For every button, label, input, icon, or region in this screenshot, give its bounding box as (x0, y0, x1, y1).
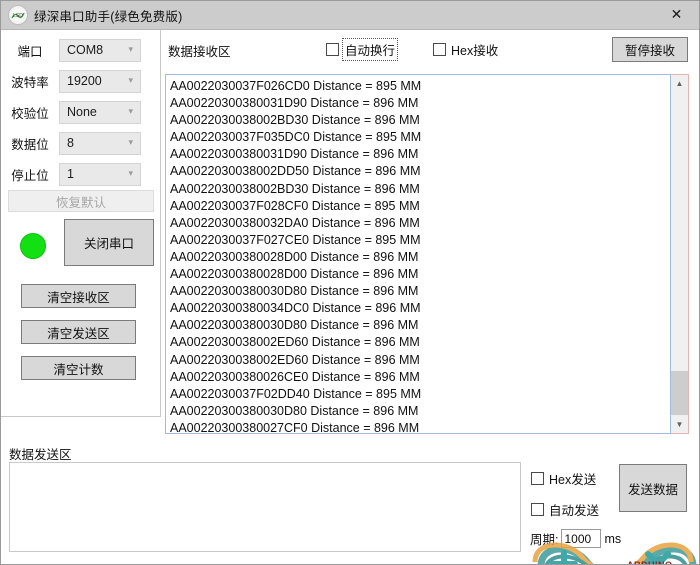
svg-text:LSD: LSD (13, 13, 23, 19)
receive-area-label: 数据接收区 (168, 45, 231, 59)
receive-log-line: AA00220300380030D80 Distance = 896 MM (170, 318, 419, 333)
scrollbar-thumb[interactable] (671, 371, 688, 415)
send-data-button[interactable]: 发送数据 (619, 464, 687, 512)
app-logo-icon: LSD (8, 5, 28, 25)
receive-log-line: AA00220300380032DA0 Distance = 896 MM (170, 215, 420, 230)
clear-send-button[interactable]: 清空发送区 (21, 320, 136, 344)
chevron-down-icon: ▾ (128, 75, 133, 86)
port-status-indicator (20, 233, 46, 259)
receive-log-line: AA00220300380028D00 Distance = 896 MM (170, 267, 419, 282)
send-period-row: 周期: 1000 ms (530, 529, 621, 548)
pause-receive-button[interactable]: 暂停接收 (612, 37, 688, 62)
clear-counter-button[interactable]: 清空计数 (21, 356, 136, 380)
receive-log-line: AA0022030038002BD30 Distance = 896 MM (170, 181, 420, 196)
receive-scrollbar[interactable]: ▲ ▼ (671, 75, 688, 433)
port-select[interactable]: COM8 ▾ (59, 38, 141, 62)
receive-log: AA0022030037F026CD0 Distance = 895 MM AA0… (165, 74, 671, 434)
hex-receive-label: Hex接收 (451, 43, 499, 58)
checkbox-icon (531, 471, 544, 485)
receive-log-line: AA00220300380026CE0 Distance = 896 MM (170, 369, 420, 384)
auto-wrap-label: 自动换行 (341, 37, 399, 61)
arduino-brand-label: ARDUINO (627, 560, 673, 565)
setting-row-port: 端口 COM8 ▾ (1, 38, 161, 62)
receive-log-line: AA0022030038002ED60 Distance = 896 MM (170, 352, 420, 367)
receive-log-line: AA00220300380030D80 Distance = 896 MM (170, 284, 419, 299)
databits-select[interactable]: 8 ▾ (59, 131, 141, 155)
hex-send-checkbox[interactable]: Hex发送 (531, 468, 596, 488)
parity-label: 校验位 (11, 106, 49, 121)
stopbits-select[interactable]: 1 ▾ (59, 162, 141, 186)
chevron-down-icon: ▾ (128, 137, 133, 148)
chevron-down-icon: ▾ (128, 106, 133, 117)
setting-row-databits: 数据位 8 ▾ (1, 131, 161, 155)
main-body: 端口 COM8 ▾ 波特率 19200 ▾ 校验位 None ▾ 数据位 8 ▾… (1, 30, 699, 565)
receive-log-line: AA0022030037F026CD0 Distance = 895 MM (170, 79, 422, 93)
restore-defaults-button[interactable]: 恢复默认 (8, 190, 154, 212)
receive-log-line: AA00220300380031D90 Distance = 896 MM (170, 96, 419, 111)
checkbox-icon (326, 42, 339, 56)
scroll-up-icon[interactable]: ▲ (671, 75, 688, 92)
setting-row-stopbits: 停止位 1 ▾ (1, 162, 161, 186)
send-textarea[interactable] (9, 462, 521, 552)
databits-label: 数据位 (11, 137, 49, 152)
toggle-port-button[interactable]: 关闭串口 (64, 219, 154, 266)
parity-select[interactable]: None ▾ (59, 100, 141, 124)
receive-log-line: AA00220300380028D00 Distance = 896 MM (170, 249, 419, 264)
receive-textarea[interactable]: AA0022030037F026CD0 Distance = 895 MM AA0… (165, 74, 689, 434)
baudrate-value: 19200 (67, 74, 102, 88)
close-icon[interactable]: ✕ (654, 1, 699, 28)
baudrate-select[interactable]: 19200 ▾ (59, 69, 141, 93)
receive-log-line: AA00220300380034DC0 Distance = 896 MM (170, 301, 421, 316)
titlebar: LSD 绿深串口助手(绿色免费版) ✕ (1, 1, 699, 30)
checkbox-icon (433, 42, 446, 56)
chevron-down-icon: ▾ (128, 168, 133, 179)
receive-log-line: AA00220300380027CF0 Distance = 896 MM (170, 420, 420, 434)
checkbox-icon (531, 502, 544, 516)
receive-log-line: AA0022030037F035DC0 Distance = 895 MM (170, 130, 422, 145)
stopbits-label: 停止位 (11, 168, 49, 183)
receive-log-line: AA0022030038002ED60 Distance = 896 MM (170, 335, 420, 350)
period-label: 周期: (530, 533, 559, 547)
receive-log-line: AA0022030038002BD30 Distance = 896 MM (170, 113, 420, 128)
port-value: COM8 (67, 43, 104, 57)
period-input[interactable]: 1000 (561, 529, 602, 548)
receive-log-line: AA00220300380030D80 Distance = 896 MM (170, 403, 419, 418)
serial-assistant-window: LSD 绿深串口助手(绿色免费版) ✕ 端口 COM8 ▾ 波特率 19200 … (0, 0, 700, 565)
send-area-label: 数据发送区 (9, 448, 72, 462)
parity-value: None (67, 105, 97, 119)
chevron-down-icon: ▾ (128, 44, 133, 55)
scroll-down-icon[interactable]: ▼ (671, 416, 688, 433)
config-panel: 端口 COM8 ▾ 波特率 19200 ▾ 校验位 None ▾ 数据位 8 ▾… (1, 30, 161, 417)
setting-row-parity: 校验位 None ▾ (1, 100, 161, 124)
window-title: 绿深串口助手(绿色免费版) (34, 9, 183, 24)
hex-send-label: Hex发送 (549, 472, 597, 487)
receive-log-line: AA0022030037F028CF0 Distance = 895 MM (170, 198, 420, 213)
period-unit-label: ms (604, 531, 622, 546)
stopbits-value: 1 (67, 167, 74, 181)
receive-header: 数据接收区 自动换行 Hex接收 暂停接收 (168, 37, 688, 62)
receive-log-line: AA0022030037F02DD40 Distance = 895 MM (170, 386, 422, 401)
receive-log-line: AA00220300380031D90 Distance = 896 MM (170, 147, 419, 162)
auto-send-checkbox[interactable]: 自动发送 (531, 499, 599, 519)
baudrate-label: 波特率 (11, 75, 49, 90)
auto-wrap-checkbox[interactable]: 自动换行 (326, 37, 399, 61)
auto-send-label: 自动发送 (549, 503, 600, 518)
receive-log-line: AA0022030037F027CE0 Distance = 895 MM (170, 232, 421, 247)
clear-receive-button[interactable]: 清空接收区 (21, 284, 136, 308)
databits-value: 8 (67, 136, 74, 150)
port-label: 端口 (17, 44, 43, 59)
receive-log-line: AA0022030038002DD50 Distance = 896 MM (170, 164, 421, 179)
setting-row-baudrate: 波特率 19200 ▾ (1, 69, 161, 93)
hex-receive-checkbox[interactable]: Hex接收 (433, 39, 498, 59)
